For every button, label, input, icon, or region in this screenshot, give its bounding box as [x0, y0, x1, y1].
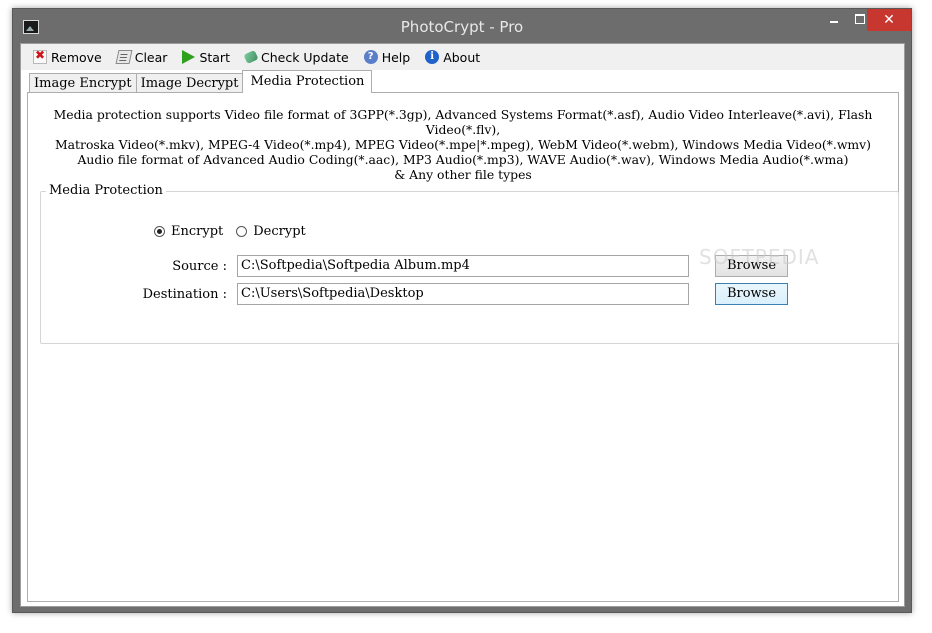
about-button[interactable]: i About [425, 50, 480, 65]
clear-icon [115, 50, 133, 64]
destination-label: Destination : [142, 287, 227, 302]
softpedia-watermark: SOFTPEDIA [699, 245, 820, 269]
media-protection-group: Media Protection Encrypt Decrypt Source … [40, 183, 899, 344]
decrypt-radio[interactable]: Decrypt [236, 224, 306, 239]
close-icon: ✕ [883, 12, 895, 28]
tab-image-encrypt[interactable]: Image Encrypt [29, 73, 137, 93]
check-update-label: Check Update [260, 49, 349, 65]
minimize-icon [830, 21, 838, 23]
source-label: Source : [172, 259, 227, 274]
radio-checked-icon [154, 226, 165, 237]
info-line: Matroska Video(*.mkv), MPEG-4 Video(*.mp… [54, 137, 872, 152]
info-line: & Any other file types [394, 167, 532, 182]
title-bar[interactable]: PhotoCrypt - Pro ✕ [13, 9, 911, 45]
remove-button[interactable]: Remove [33, 48, 102, 65]
supported-formats-info: Media protection supports Video file for… [28, 107, 898, 182]
encrypt-radio[interactable]: Encrypt [154, 224, 223, 239]
remove-icon [33, 48, 47, 64]
window-title: PhotoCrypt - Pro [400, 18, 524, 36]
info-line: Media protection supports Video file for… [53, 107, 873, 137]
radio-unchecked-icon [236, 226, 248, 237]
group-title: Media Protection [46, 183, 166, 198]
maximize-icon [855, 14, 865, 24]
encrypt-radio-label: Encrypt [171, 224, 224, 239]
help-button[interactable]: ? Help [363, 49, 411, 65]
destination-browse-button[interactable]: Browse [715, 283, 788, 305]
start-icon [182, 50, 196, 64]
decrypt-radio-label: Decrypt [253, 224, 306, 239]
mode-radio-group: Encrypt Decrypt [154, 224, 319, 239]
tab-media-protection[interactable]: Media Protection [242, 70, 373, 93]
remove-label: Remove [51, 49, 102, 65]
help-label: Help [381, 49, 411, 65]
toolbar: Remove Clear Start Check Update ? Help i… [21, 44, 904, 70]
check-update-button[interactable]: Check Update [243, 49, 349, 65]
help-icon: ? [363, 50, 378, 64]
about-icon: i [425, 50, 440, 64]
info-line: Audio file format of Advanced Audio Codi… [77, 152, 849, 167]
clear-label: Clear [134, 49, 168, 65]
close-button[interactable]: ✕ [867, 9, 911, 31]
start-label: Start [199, 49, 230, 65]
destination-field[interactable]: C:\Users\Softpedia\Desktop [237, 283, 689, 305]
about-label: About [443, 49, 481, 65]
source-field[interactable]: C:\Softpedia\Softpedia Album.mp4 [237, 255, 689, 277]
media-protection-panel: Media protection supports Video file for… [27, 92, 899, 602]
app-window: PhotoCrypt - Pro ✕ Remove Clear Start Ch… [12, 8, 912, 613]
tab-strip: Image Encrypt Image Decrypt Media Protec… [29, 70, 373, 93]
client-area: Remove Clear Start Check Update ? Help i… [20, 43, 905, 607]
tab-image-decrypt[interactable]: Image Decrypt [135, 73, 244, 93]
start-button[interactable]: Start [182, 50, 230, 65]
check-update-icon [243, 49, 259, 65]
clear-button[interactable]: Clear [115, 49, 168, 65]
minimize-button[interactable] [821, 9, 847, 29]
